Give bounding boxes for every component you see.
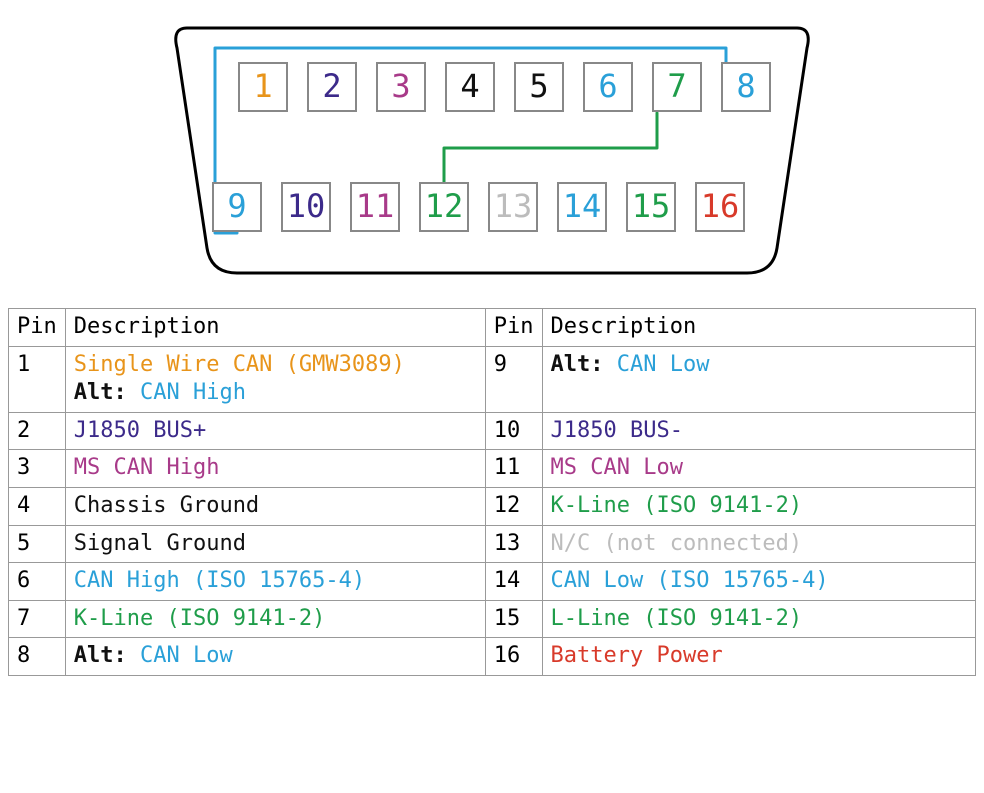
pin-16-label: 16	[701, 187, 740, 225]
pin-description: J1850 BUS-	[542, 412, 976, 450]
connector-diagram: 12345678 910111213141516	[8, 8, 976, 288]
pin-description: K-Line (ISO 9141-2)	[542, 487, 976, 525]
table-header-row: Pin Description Pin Description	[9, 309, 976, 347]
pin-7-label: 7	[667, 67, 686, 105]
table-row: 2J1850 BUS+10J1850 BUS-	[9, 412, 976, 450]
pin-9-label: 9	[227, 187, 246, 225]
pin-number: 2	[9, 412, 66, 450]
pin-number: 16	[485, 638, 542, 676]
table-row: 5Signal Ground13N/C (not connected)	[9, 525, 976, 563]
pin-number: 7	[9, 600, 66, 638]
table-row: 3MS CAN High11MS CAN Low	[9, 450, 976, 488]
pin-description: Chassis Ground	[65, 487, 485, 525]
col-desc-left: Description	[65, 309, 485, 347]
pin-description: MS CAN Low	[542, 450, 976, 488]
pin-description: Battery Power	[542, 638, 976, 676]
pin-description: Alt: CAN Low	[542, 346, 976, 412]
pin-12-label: 12	[425, 187, 464, 225]
pin-number: 8	[9, 638, 66, 676]
col-desc-right: Description	[542, 309, 976, 347]
connector-svg: 12345678 910111213141516	[167, 8, 817, 288]
pin-number: 13	[485, 525, 542, 563]
pin-description: Single Wire CAN (GMW3089)Alt: CAN High	[65, 346, 485, 412]
pin-description: CAN Low (ISO 15765-4)	[542, 563, 976, 601]
pin-10-label: 10	[287, 187, 326, 225]
pin-14-label: 14	[563, 187, 602, 225]
pin-2-label: 2	[322, 67, 341, 105]
pin-number: 9	[485, 346, 542, 412]
pin-3-label: 3	[391, 67, 410, 105]
pin-number: 11	[485, 450, 542, 488]
table-row: 7K-Line (ISO 9141-2)15L-Line (ISO 9141-2…	[9, 600, 976, 638]
pin-11-label: 11	[356, 187, 395, 225]
pin-description: N/C (not connected)	[542, 525, 976, 563]
pin-15-label: 15	[632, 187, 671, 225]
pinout-table: Pin Description Pin Description 1Single …	[8, 308, 976, 676]
col-pin-right: Pin	[485, 309, 542, 347]
pin-description: L-Line (ISO 9141-2)	[542, 600, 976, 638]
table-row: 4Chassis Ground12K-Line (ISO 9141-2)	[9, 487, 976, 525]
pin-number: 6	[9, 563, 66, 601]
pin-8-label: 8	[736, 67, 755, 105]
table-row: 6CAN High (ISO 15765-4)14CAN Low (ISO 15…	[9, 563, 976, 601]
pin-1-label: 1	[253, 67, 272, 105]
pin-number: 12	[485, 487, 542, 525]
pin-description: Alt: CAN Low	[65, 638, 485, 676]
pin-13-label: 13	[494, 187, 533, 225]
pin-description: Signal Ground	[65, 525, 485, 563]
pin-number: 3	[9, 450, 66, 488]
pin-4-label: 4	[460, 67, 479, 105]
table-row: 1Single Wire CAN (GMW3089)Alt: CAN High9…	[9, 346, 976, 412]
pin-description: J1850 BUS+	[65, 412, 485, 450]
pin-6-label: 6	[598, 67, 617, 105]
pin-number: 10	[485, 412, 542, 450]
pin-number: 14	[485, 563, 542, 601]
pin-number: 5	[9, 525, 66, 563]
pin-description: CAN High (ISO 15765-4)	[65, 563, 485, 601]
wire-pin7-pin12	[444, 113, 657, 183]
pin-description: MS CAN High	[65, 450, 485, 488]
pin-number: 15	[485, 600, 542, 638]
pin-number: 1	[9, 346, 66, 412]
table-row: 8Alt: CAN Low16Battery Power	[9, 638, 976, 676]
col-pin-left: Pin	[9, 309, 66, 347]
pin-5-label: 5	[529, 67, 548, 105]
pin-description: K-Line (ISO 9141-2)	[65, 600, 485, 638]
pin-number: 4	[9, 487, 66, 525]
